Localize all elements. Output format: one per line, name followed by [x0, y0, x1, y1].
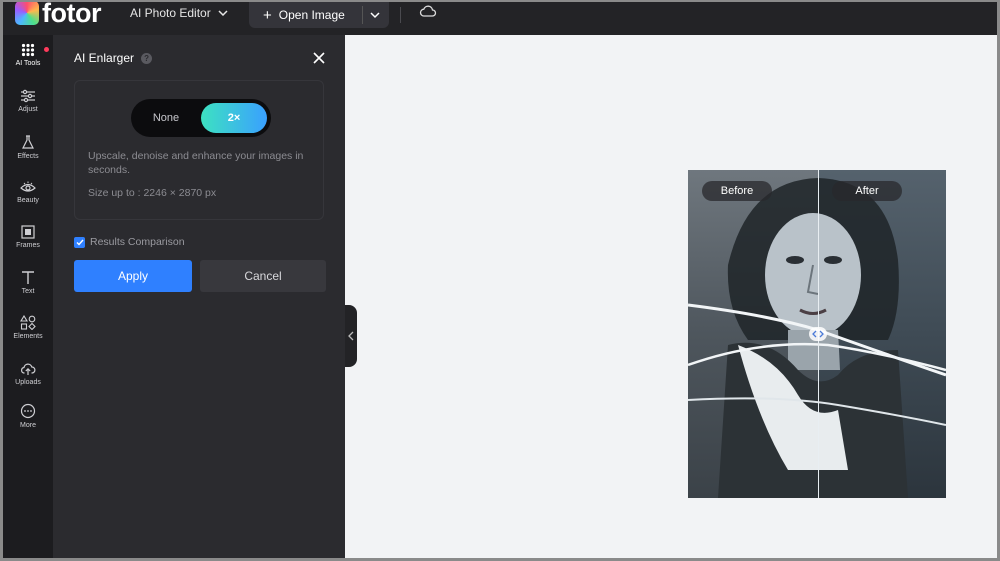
nav-label: Uploads — [15, 379, 41, 386]
nav-item-beauty[interactable]: Beauty — [3, 180, 53, 204]
nav-item-more[interactable]: More — [3, 403, 53, 429]
left-nav: AI Tools Adjust Effects Beauty Frames Te… — [3, 35, 53, 558]
open-image-label: Open Image — [278, 8, 345, 22]
frame-icon — [21, 225, 35, 239]
scale-toggle[interactable]: None 2× — [131, 99, 271, 137]
nav-label: AI Tools — [15, 60, 41, 67]
more-icon — [20, 403, 36, 419]
eye-icon — [20, 181, 36, 192]
comparison-image[interactable]: Before After — [688, 170, 946, 498]
nav-label: Elements — [13, 333, 43, 340]
app-menu-label: AI Photo Editor — [130, 6, 211, 20]
nav-item-uploads[interactable]: Uploads — [3, 362, 53, 386]
enlarger-description: Upscale, denoise and enhance your images… — [88, 150, 304, 176]
chevron-down-icon — [218, 10, 228, 16]
chevron-left-icon — [348, 331, 354, 341]
results-comparison-label: Results Comparison — [90, 236, 185, 248]
nav-label: Frames — [16, 242, 40, 249]
enlarger-options-card: None 2× Upscale, denoise and enhance you… — [74, 80, 324, 220]
logo-text: fotor — [42, 2, 101, 28]
max-size-text: Size up to : 2246 × 2870 px — [88, 187, 217, 199]
toggle-option-2x[interactable]: 2× — [201, 103, 267, 133]
help-icon[interactable]: ? — [141, 52, 153, 64]
nav-item-frames[interactable]: Frames — [3, 225, 53, 249]
nav-item-adjust[interactable]: Adjust — [3, 89, 53, 113]
close-icon[interactable] — [311, 50, 327, 66]
nav-label: Beauty — [17, 197, 39, 204]
ai-enlarger-panel: AI Enlarger ? None 2× Upscale, denoise a… — [53, 35, 345, 558]
cloud-icon[interactable] — [419, 3, 437, 19]
open-image-button[interactable]: + Open Image — [249, 2, 389, 28]
comparison-drag-handle[interactable] — [809, 327, 827, 341]
chevron-down-icon[interactable] — [369, 5, 381, 25]
before-label: Before — [702, 181, 772, 201]
open-image-divider — [362, 6, 363, 24]
checkmark-icon — [76, 239, 84, 246]
nav-label: More — [20, 422, 36, 429]
logo-mark-icon — [15, 2, 39, 25]
nav-item-effects[interactable]: Effects — [3, 135, 53, 160]
nav-item-elements[interactable]: Elements — [3, 315, 53, 340]
app-window: fotor AI Photo Editor + Open Image AI To… — [3, 2, 997, 558]
arrows-horizontal-icon — [812, 330, 824, 338]
nav-item-text[interactable]: Text — [3, 270, 53, 295]
app-menu-dropdown[interactable]: AI Photo Editor — [130, 6, 228, 20]
results-comparison-option[interactable]: Results Comparison — [74, 236, 185, 248]
apply-button[interactable]: Apply — [74, 260, 192, 292]
plus-icon: + — [263, 6, 272, 24]
upload-cloud-icon — [21, 363, 36, 375]
after-label: After — [832, 181, 902, 201]
flask-icon — [22, 135, 34, 149]
nav-label: Adjust — [18, 106, 38, 113]
cancel-button[interactable]: Cancel — [200, 260, 326, 292]
grid-icon — [21, 43, 35, 57]
toolbar-divider — [400, 7, 401, 23]
notification-dot — [44, 47, 49, 52]
results-comparison-checkbox[interactable] — [74, 236, 85, 248]
nav-label: Text — [21, 288, 35, 295]
editor-canvas[interactable]: Before After — [357, 35, 997, 558]
panel-collapse-handle[interactable] — [345, 305, 357, 367]
text-icon — [22, 271, 34, 284]
shapes-icon — [20, 315, 36, 330]
toggle-option-none[interactable]: None — [131, 99, 201, 137]
panel-title: AI Enlarger ? — [74, 51, 153, 65]
logo[interactable]: fotor — [15, 2, 101, 27]
sliders-icon — [21, 89, 35, 103]
nav-item-ai-tools[interactable]: AI Tools — [3, 43, 53, 67]
top-bar: fotor AI Photo Editor + Open Image — [3, 2, 997, 35]
panel-title-text: AI Enlarger — [74, 51, 135, 65]
nav-label: Effects — [17, 153, 39, 160]
